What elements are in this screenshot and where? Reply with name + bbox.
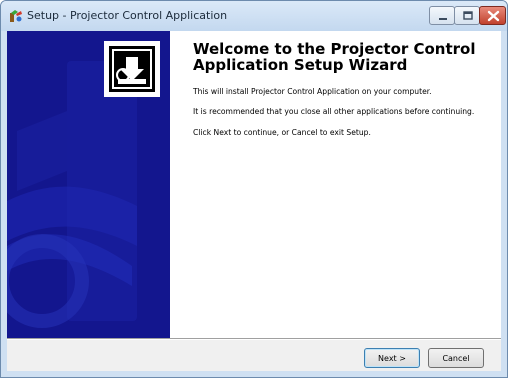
maximize-icon [463,11,473,20]
cancel-button[interactable]: Cancel [428,348,484,368]
next-button[interactable]: Next > [364,348,420,368]
maximize-button[interactable] [454,6,480,25]
minimize-icon [439,18,447,20]
wizard-side-banner [7,31,170,338]
setup-app-icon [10,10,22,22]
setup-window: Setup - Projector Control Application We… [0,0,508,378]
title-bar[interactable]: Setup - Projector Control Application [1,1,507,31]
footer-separator [7,338,501,339]
wizard-content: Welcome to the Projector Control Applica… [177,31,497,338]
close-icon [487,10,500,22]
minimize-button[interactable] [429,6,455,25]
next-or-cancel-instruction: Click Next to continue, or Cancel to exi… [193,128,371,137]
projector-install-icon [104,41,160,97]
wizard-footer: Next > Cancel [7,340,501,371]
wizard-client-area: Welcome to the Projector Control Applica… [7,31,501,371]
close-apps-recommendation: It is recommended that you close all oth… [193,107,475,116]
welcome-heading: Welcome to the Projector Control Applica… [193,40,476,74]
install-description: This will install Projector Control Appl… [193,87,432,96]
window-title: Setup - Projector Control Application [27,9,228,22]
close-button[interactable] [479,6,506,25]
